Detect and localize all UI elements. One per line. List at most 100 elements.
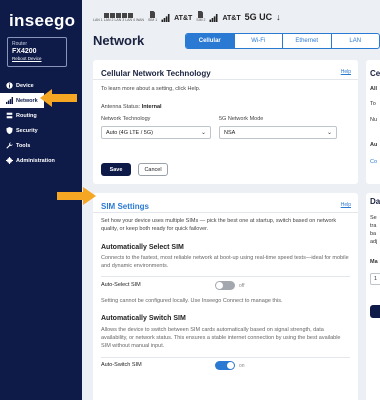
partial-card-text: To [370,101,376,107]
sim2-indicator: SIM 2 [196,11,205,22]
toggle-knob [227,362,234,369]
5g-mode-value: NSA [224,129,236,136]
card-title: SIM Settings [101,202,150,211]
tab-ethernet[interactable]: Ethernet [283,34,332,48]
network-technology-label: Network Technology [101,116,151,122]
sidebar-item-administration[interactable]: Administration [0,153,82,168]
partial-card-title: Ce [370,69,380,78]
auto-select-state: off [239,283,245,289]
antenna-status-value: Internal [141,104,162,110]
router-model: FX4200 [12,48,37,55]
partial-card-button[interactable] [370,305,380,318]
partial-card-text: Ma [370,259,378,265]
tab-wifi[interactable]: Wi-Fi [235,34,283,48]
sidebar-item-tools[interactable]: Tools [0,138,82,153]
network-type: 5G UC [244,12,273,22]
tab-cellular[interactable]: Cellular [186,34,235,48]
gear-icon [5,157,13,165]
partial-card-title: Da [370,197,380,206]
reboot-device-link[interactable]: Reboot Device [12,56,62,61]
annotation-arrow-right [57,187,96,205]
sidebar-item-label: Administration [16,157,55,164]
antenna-status-label: Antenna Status: [101,104,141,110]
sim-card-icon [150,11,156,18]
auto-switch-toggle[interactable] [215,361,235,370]
signal-strength-2 [209,14,218,22]
help-link[interactable]: Help [341,202,351,208]
shield-icon [5,127,13,135]
port-label: LAN 2 [103,18,114,22]
sidebar-item-security[interactable]: Security [0,123,82,138]
divider [101,357,350,358]
auto-select-toggle[interactable] [215,281,235,290]
partial-card-link[interactable]: Co [370,159,377,165]
page-title: Network [93,33,145,48]
port-label: LAN 4 [125,18,135,22]
routing-icon [5,112,13,120]
cancel-button[interactable]: Cancel [138,163,168,176]
chevron-down-icon: ⌄ [200,130,206,136]
tab-lan[interactable]: LAN [332,34,380,48]
5g-mode-select[interactable]: NSA ⌄ [219,126,337,139]
network-technology-select[interactable]: Auto (4G LTE / 5G) ⌄ [101,126,211,139]
partial-right-card-2: Da Se tra ba adj Ma 1 [366,193,380,400]
auto-switch-title: Automatically Switch SIM [101,315,186,322]
signal-bars-icon [5,97,13,105]
status-bar: LAN 1 LAN 2 LAN 3 LAN 4 WAN SIM 1 AT&T S… [93,6,281,22]
divider [101,276,350,277]
sidebar-item-label: Routing [16,112,37,119]
sidebar-item-label: Network [16,97,38,104]
sim-intro-text: Set how your device uses multiple SIMs —… [101,218,337,232]
router-info-box: Router FX4200 Reboot Device [7,37,67,67]
sim2-label: SIM 2 [196,18,206,22]
network-technology-value: Auto (4G LTE / 5G) [106,129,153,136]
save-button[interactable]: Save [101,163,131,176]
annotation-arrow-left [40,89,77,107]
5g-mode-label: 5G Network Mode [219,116,264,122]
auto-switch-description: Allows the device to switch between SIM … [101,327,341,349]
auto-switch-state: on [239,363,245,369]
carrier-2: AT&T [222,15,241,22]
partial-card-text: tra [370,223,377,229]
partial-right-card-1: Ce All To Nu Au Co [366,60,380,184]
sidebar-item-network[interactable]: Network [0,93,44,108]
partial-card-input[interactable]: 1 [370,273,380,285]
partial-card-text: Se [370,215,377,221]
antenna-status: Antenna Status: Internal [101,104,162,110]
help-link[interactable]: Help [341,69,351,75]
download-arrow-icon: ↓ [276,12,281,22]
signal-bars-icon [209,14,218,22]
auto-select-label: Auto-Select SIM [101,282,141,288]
auto-select-description: Connects to the fastest, most reliable n… [101,255,349,269]
toggle-knob [216,282,223,289]
router-label: Router [12,41,28,47]
card-title: Cellular Network Technology [101,69,211,78]
partial-card-text: Nu [370,117,378,123]
network-tabs: Cellular Wi-Fi Ethernet LAN [185,33,380,49]
divider [93,212,358,213]
divider [93,79,358,80]
sim1-label: SIM 1 [147,18,158,22]
signal-strength-1 [161,14,170,22]
intro-text: To learn more about a setting, click Hel… [101,86,201,92]
lan-port-indicators: LAN 1 LAN 2 LAN 3 LAN 4 WAN [93,12,144,22]
carrier-1: AT&T [174,15,193,22]
partial-card-text: ba [370,231,377,237]
signal-bars-icon [161,14,170,22]
partial-card-text: Au [370,142,378,148]
sim1-indicator: SIM 1 [148,11,157,22]
port-label: WAN [135,18,144,22]
port-label: LAN 3 [114,18,125,22]
sim-settings-card: SIM Settings Help Set how your device us… [93,193,358,400]
port-label: LAN 1 [93,18,103,22]
sidebar-item-routing[interactable]: Routing [0,108,82,123]
inseego-logo: inseego [9,11,76,30]
sidebar-item-label: Device [16,82,34,89]
sidebar-item-label: Security [16,127,38,134]
cellular-technology-card: Cellular Network Technology Help To lear… [93,60,358,184]
info-icon [5,82,13,90]
partial-card-text: adj [370,239,378,245]
partial-card-text: All [370,86,378,92]
chevron-down-icon: ⌄ [326,130,332,136]
sim-card-icon [198,11,204,18]
